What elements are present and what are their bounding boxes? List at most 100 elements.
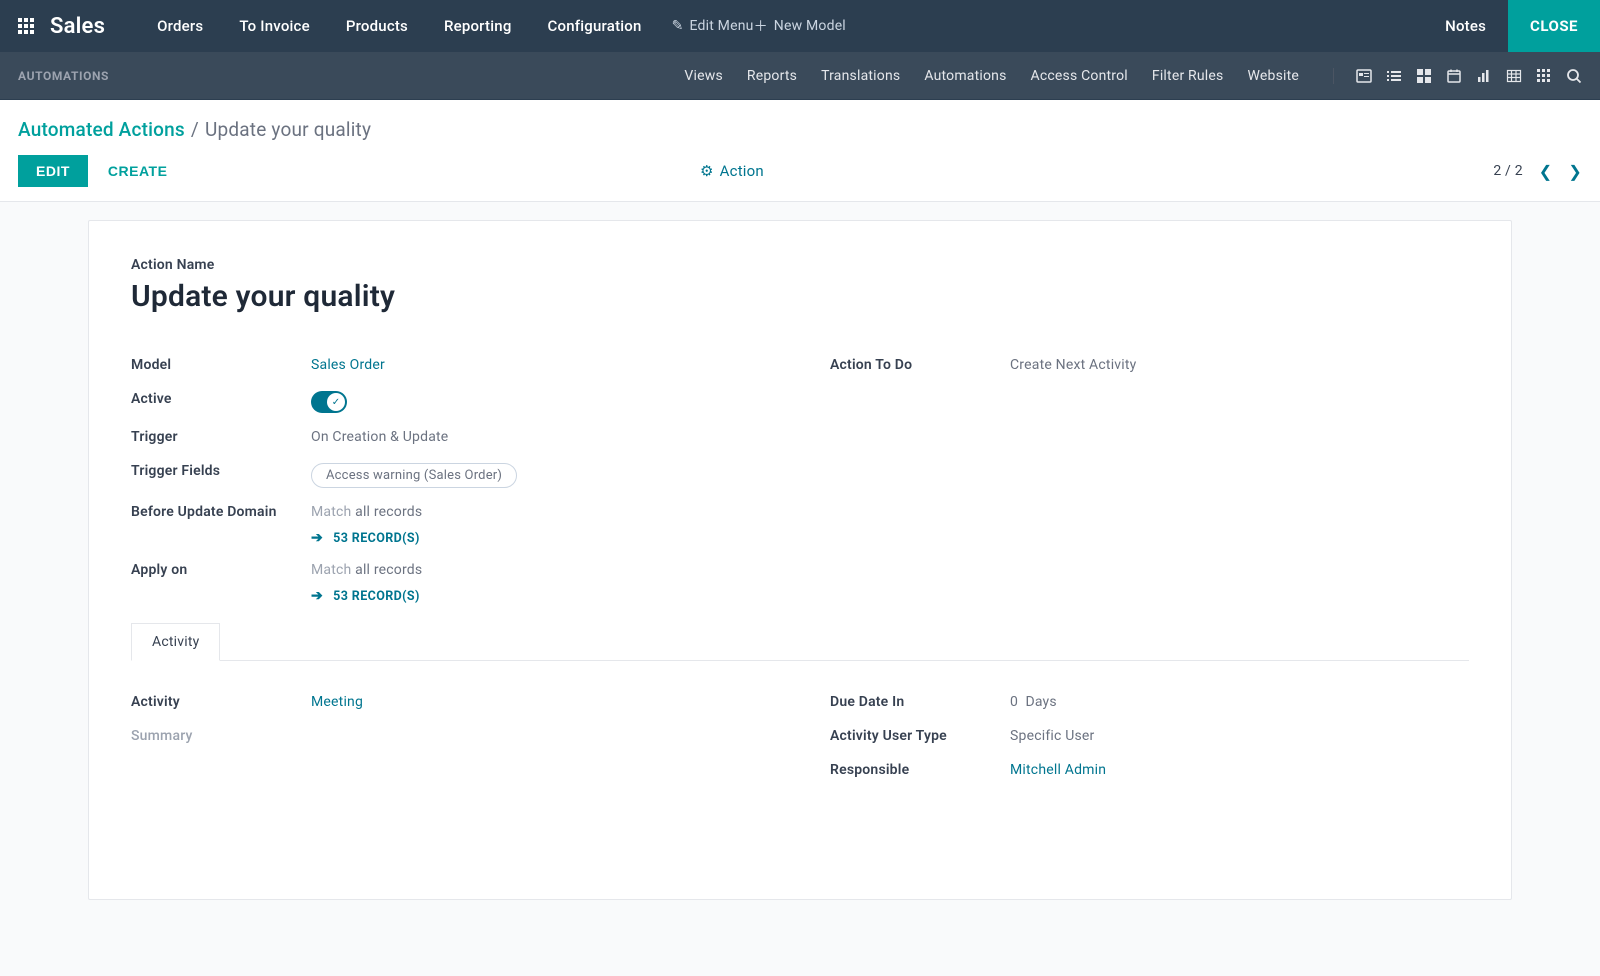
topbar: Sales Orders To Invoice Products Reporti… <box>0 0 1600 52</box>
tab-bar: Activity <box>131 623 1469 661</box>
subnav-access-control[interactable]: Access Control <box>1019 52 1140 100</box>
row-summary: Summary <box>131 719 770 753</box>
row-model: Model Sales Order <box>131 348 770 382</box>
row-before-domain: Before Update Domain Match all records ➔… <box>131 495 770 553</box>
subnav-reports[interactable]: Reports <box>735 52 809 100</box>
pager-next[interactable]: ❯ <box>1568 162 1582 181</box>
search-icon[interactable] <box>1566 68 1582 84</box>
row-due: Due Date In 0 Days <box>830 685 1469 719</box>
subbar-title: AUTOMATIONS <box>18 69 109 83</box>
records-count: 53 RECORD(S) <box>333 531 420 546</box>
create-button[interactable]: CREATE <box>90 155 186 187</box>
record-title: Update your quality <box>131 279 1469 314</box>
apply-on-label: Apply on <box>131 560 311 578</box>
kanban-view-icon[interactable] <box>1416 68 1432 84</box>
pager: 2 / 2 ❮ ❯ <box>1493 162 1582 181</box>
edit-menu-link[interactable]: ✎Edit Menu <box>672 16 754 36</box>
calendar-view-icon[interactable] <box>1446 68 1462 84</box>
tab-activity[interactable]: Activity <box>131 623 220 661</box>
action-dropdown[interactable]: ⚙ Action <box>700 162 764 180</box>
nav-orders[interactable]: Orders <box>139 0 221 52</box>
summary-label: Summary <box>131 728 311 744</box>
row-activity: Activity Meeting <box>131 685 770 719</box>
form-view-icon[interactable] <box>1356 68 1372 84</box>
primary-nav: Orders To Invoice Products Reporting Con… <box>139 0 659 52</box>
form-col-right: Action To Do Create Next Activity <box>830 348 1469 611</box>
breadcrumb-sep: / <box>191 118 199 141</box>
before-domain-value: Match all records ➔ 53 RECORD(S) <box>311 502 422 546</box>
records-count-2: 53 RECORD(S) <box>333 589 420 604</box>
user-type-value: Specific User <box>1010 728 1094 744</box>
action-todo-value: Create Next Activity <box>1010 355 1137 373</box>
apps-icon[interactable] <box>18 18 34 34</box>
action-todo-label: Action To Do <box>830 355 1010 373</box>
due-label: Due Date In <box>830 694 1010 710</box>
topbar-right: Notes CLOSE <box>1423 0 1600 52</box>
active-value: ✓ <box>311 389 347 413</box>
trigger-value: On Creation & Update <box>311 427 448 445</box>
model-value[interactable]: Sales Order <box>311 355 385 373</box>
responsible-value[interactable]: Mitchell Admin <box>1010 762 1106 778</box>
nav-products[interactable]: Products <box>328 0 426 52</box>
trigger-fields-value: Access warning (Sales Order) <box>311 461 517 488</box>
app-brand[interactable]: Sales <box>50 14 105 39</box>
nav-configuration[interactable]: Configuration <box>530 0 660 52</box>
apply-on-records-link[interactable]: ➔ 53 RECORD(S) <box>311 588 422 604</box>
grid-view-icon[interactable] <box>1506 68 1522 84</box>
sheet-wrap: Action Name Update your quality Model Sa… <box>0 202 1600 900</box>
action-name-label: Action Name <box>131 257 1469 273</box>
gear-icon: ⚙ <box>700 162 714 180</box>
check-icon: ✓ <box>327 393 345 411</box>
match-prefix: Match <box>311 504 351 520</box>
subbar: AUTOMATIONS Views Reports Translations A… <box>0 52 1600 100</box>
row-trigger-fields: Trigger Fields Access warning (Sales Ord… <box>131 454 770 495</box>
due-value: 0 Days <box>1010 694 1057 710</box>
match-suffix: all records <box>351 504 422 520</box>
subnav-website[interactable]: Website <box>1235 52 1311 100</box>
notes-link[interactable]: Notes <box>1423 0 1508 52</box>
new-model-link[interactable]: ＋New Model <box>754 16 846 36</box>
page-head: Automated Actions / Update your quality … <box>0 100 1600 202</box>
pivot-view-icon[interactable] <box>1536 68 1552 84</box>
arrow-right-icon-2: ➔ <box>311 588 323 604</box>
pencil-icon: ✎ <box>672 18 684 34</box>
row-apply-on: Apply on Match all records ➔ 53 RECORD(S) <box>131 553 770 611</box>
action-dropdown-label: Action <box>720 162 764 180</box>
nav-to-invoice[interactable]: To Invoice <box>221 0 328 52</box>
trigger-field-tag[interactable]: Access warning (Sales Order) <box>311 463 517 488</box>
pager-prev[interactable]: ❮ <box>1539 162 1553 181</box>
apply-on-value: Match all records ➔ 53 RECORD(S) <box>311 560 422 604</box>
before-domain-records-link[interactable]: ➔ 53 RECORD(S) <box>311 530 422 546</box>
match-suffix-2: all records <box>351 562 422 578</box>
subnav-translations[interactable]: Translations <box>809 52 912 100</box>
graph-view-icon[interactable] <box>1476 68 1492 84</box>
studio-nav: ✎Edit Menu ＋New Model <box>672 16 846 36</box>
row-action-todo: Action To Do Create Next Activity <box>830 348 1469 382</box>
close-button[interactable]: CLOSE <box>1508 0 1600 52</box>
subnav-filter-rules[interactable]: Filter Rules <box>1140 52 1236 100</box>
arrow-right-icon: ➔ <box>311 530 323 546</box>
before-domain-match: Match all records <box>311 504 422 520</box>
model-label: Model <box>131 355 311 373</box>
row-responsible: Responsible Mitchell Admin <box>830 753 1469 787</box>
list-view-icon[interactable] <box>1386 68 1402 84</box>
row-user-type: Activity User Type Specific User <box>830 719 1469 753</box>
row-trigger: Trigger On Creation & Update <box>131 420 770 454</box>
tab-body: Activity Meeting Summary Due Date In 0 D… <box>131 661 1469 787</box>
responsible-label: Responsible <box>830 762 1010 778</box>
due-unit: Days <box>1025 694 1056 710</box>
subnav-views[interactable]: Views <box>672 52 735 100</box>
active-toggle[interactable]: ✓ <box>311 391 347 413</box>
apply-on-match: Match all records <box>311 562 422 578</box>
plus-icon: ＋ <box>754 16 768 36</box>
nav-reporting[interactable]: Reporting <box>426 0 530 52</box>
breadcrumb-root[interactable]: Automated Actions <box>18 118 185 141</box>
edit-button[interactable]: EDIT <box>18 155 88 187</box>
subnav-automations[interactable]: Automations <box>912 52 1018 100</box>
pager-count[interactable]: 2 / 2 <box>1493 163 1522 179</box>
row-active: Active ✓ <box>131 382 770 420</box>
form-sheet: Action Name Update your quality Model Sa… <box>88 220 1512 900</box>
due-number: 0 <box>1010 694 1018 710</box>
activity-value[interactable]: Meeting <box>311 694 363 710</box>
action-row: EDIT CREATE ⚙ Action 2 / 2 ❮ ❯ <box>0 147 1600 201</box>
